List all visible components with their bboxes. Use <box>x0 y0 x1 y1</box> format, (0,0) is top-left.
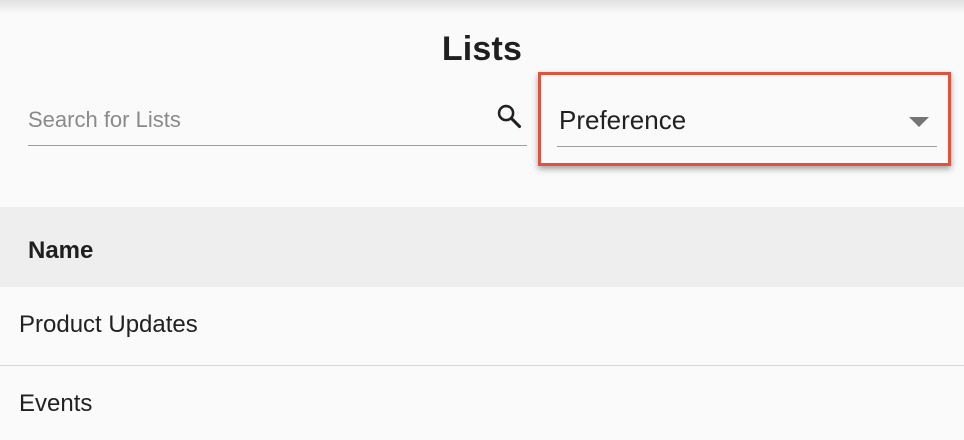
filter-select[interactable]: Preference <box>557 95 937 147</box>
table-cell-name: Product Updates <box>19 311 198 338</box>
column-header-name[interactable]: Name <box>28 237 93 265</box>
app-bar-shadow <box>0 0 964 14</box>
table-row[interactable]: Product Updates <box>0 287 964 366</box>
table-cell-name: Events <box>19 390 93 417</box>
chevron-down-icon[interactable] <box>909 117 929 127</box>
page-title: Lists <box>441 30 523 68</box>
filter-select-value: Preference <box>559 105 687 135</box>
search-icon[interactable] <box>495 102 523 130</box>
filter-select-highlight: Preference <box>538 72 951 166</box>
search-field[interactable] <box>28 92 527 146</box>
search-input[interactable] <box>28 104 478 136</box>
table-header: Name <box>0 207 964 287</box>
table-row[interactable]: Events <box>0 366 964 440</box>
lists-page: Lists Preference Name Product Updates Ev… <box>0 0 964 440</box>
